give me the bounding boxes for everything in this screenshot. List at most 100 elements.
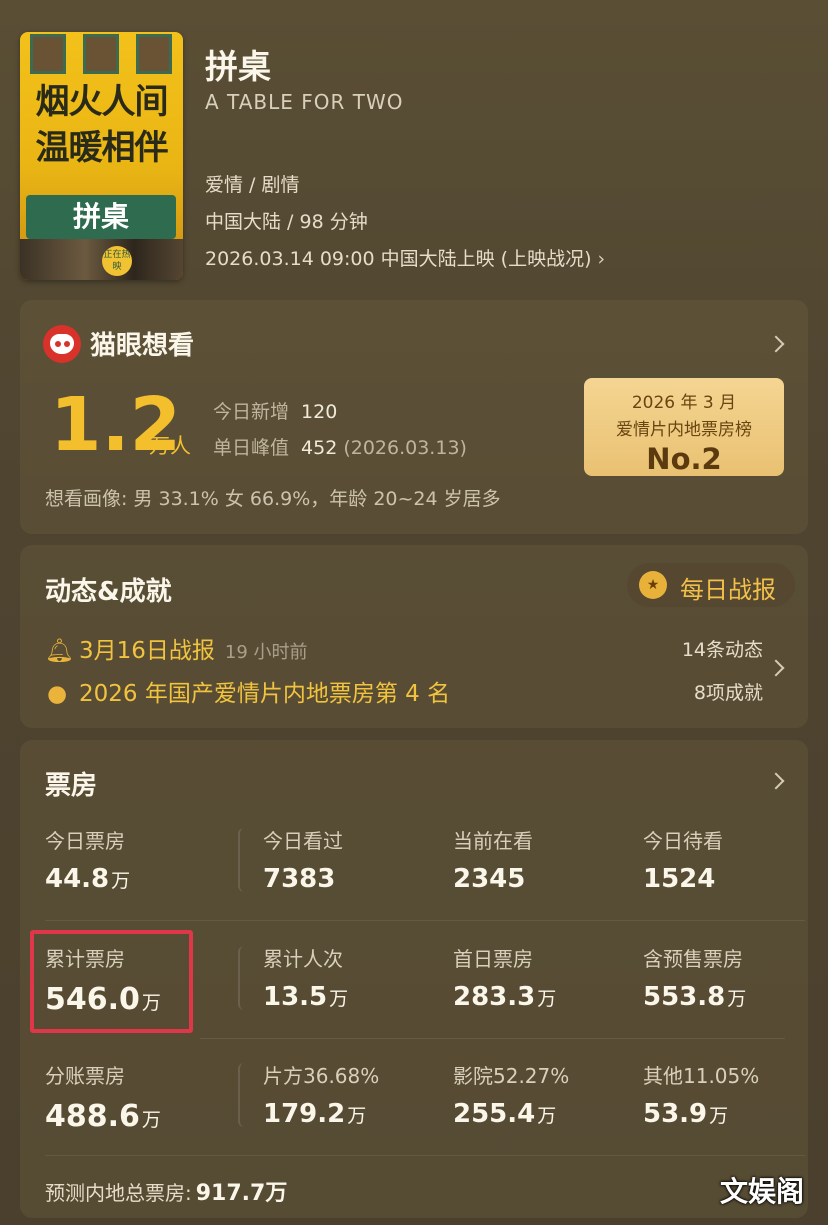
stat-unit: 万 [111,870,131,892]
daily-report-button[interactable]: ★ 每日战报 [627,563,795,607]
poster-sign: 拼桌 [26,195,176,239]
poster-badge: 正在热映 [102,246,132,276]
dynamics-card[interactable]: 动态&成就 ★ 每日战报 🔔︎ 3月16日战报 19 小时前 14条动态 ● 2026… [20,545,808,728]
row-divider [45,920,805,921]
stat-value: 13.5 [263,982,328,1012]
stat-label: 当前在看 [453,829,533,853]
stat-split-boxoffice: 分账票房 488.6 万 [45,1060,161,1134]
stat-producer-share: 片方36.68% 179.2 万 [263,1060,379,1129]
stat-value: 44.8 [45,864,110,894]
dynamics-item-ago: 19 小时前 [224,642,308,663]
achievement-item[interactable]: ● 2026 年国产爱情片内地票房第 4 名 [45,674,450,708]
stat-label: 今日看过 [263,829,343,853]
chevron-right-icon: › [597,248,606,270]
release-info-text: 2026.03.14 09:00 中国大陆上映 (上映战况) [205,248,592,270]
dynamics-item[interactable]: 🔔︎ 3月16日战报 19 小时前 [45,631,308,665]
stat-label: 影院52.27% [453,1064,570,1088]
stat-to-watch-today: 今日待看 1524 [643,825,723,894]
medal-icon: ★ [639,571,667,599]
stat-label: 其他11.05% [643,1064,760,1088]
row-divider [200,1038,785,1039]
stat-value: 7383 [263,864,336,894]
stat-today-boxoffice: 今日票房 44.8 万 [45,825,130,894]
forecast-row: 预测内地总票房: 917.7万 [45,1175,287,1207]
stat-unit: 万 [329,988,349,1010]
movie-genre: 爱情 / 剧情 [205,174,300,196]
stat-watching-now: 当前在看 2345 [453,825,533,894]
chevron-right-icon[interactable] [767,772,785,790]
audience-profile: 想看画像: 男 33.1% 女 66.9%，年龄 20~24 岁居多 [45,488,501,510]
achievement-item-text: 2026 年国产爱情片内地票房第 4 名 [79,681,451,707]
stat-value: 255.4 [453,1099,536,1129]
stat-unit: 万 [141,1109,161,1131]
poster-window [136,34,172,74]
rank-number: No.2 [646,442,722,476]
brace-divider [238,828,246,892]
want-to-see-title: 猫眼想看 [90,331,195,361]
stat-value: 553.8 [643,982,726,1012]
dynamics-title: 动态&成就 [45,577,172,607]
stat-value: 53.9 [643,1099,708,1129]
stat-first-day: 首日票房 283.3 万 [453,943,556,1012]
dynamics-count: 14条动态 [681,639,763,661]
today-new-value: 120 [301,401,338,423]
movie-region-duration: 中国大陆 / 98 分钟 [205,211,368,233]
rank-badge[interactable]: 2026 年 3 月 爱情片内地票房榜 No.2 [584,378,784,476]
stat-value: 179.2 [263,1099,346,1129]
movie-poster[interactable]: 烟火人间 温暖相伴 拼桌 正在热映 [20,32,183,280]
stat-label: 累计人次 [263,947,343,971]
daily-report-label: 每日战报 [680,576,776,604]
stat-value: 283.3 [453,982,536,1012]
stat-unit: 万 [347,1105,367,1127]
forecast-value: 917.7万 [195,1181,288,1206]
stat-label: 首日票房 [453,947,533,971]
chevron-right-icon[interactable] [767,335,785,353]
stat-other-share: 其他11.05% 53.9 万 [643,1060,759,1129]
row-divider [45,1155,805,1156]
brace-divider [238,946,246,1010]
poster-headline-2: 温暖相伴 [35,128,169,168]
chevron-right-icon[interactable] [767,659,785,677]
forecast-label: 预测内地总票房: [45,1181,192,1205]
bell-icon: 🔔︎ [45,638,75,664]
stat-with-presale: 含预售票房 553.8 万 [643,943,746,1012]
movie-title: 拼桌 [205,47,271,86]
release-info-link[interactable]: 2026.03.14 09:00 中国大陆上映 (上映战况) › [205,244,605,271]
peak-row: 单日峰值 452 (2026.03.13) [213,433,467,460]
achievement-count: 8项成就 [693,682,763,704]
medal-icon: ● [46,681,68,707]
stat-unit: 万 [537,988,557,1010]
stat-label: 今日票房 [45,829,125,853]
today-new-row: 今日新增 120 [213,397,337,424]
stat-value: 1524 [643,864,716,894]
stat-unit: 万 [709,1105,729,1127]
rank-category: 爱情片内地票房榜 [616,420,752,440]
peak-label: 单日峰值 [213,437,290,459]
poster-window [83,34,119,74]
stat-label: 片方36.68% [263,1064,380,1088]
stat-label: 含预售票房 [643,947,743,971]
today-new-label: 今日新增 [213,401,290,423]
maoyan-cat-icon [43,325,81,363]
want-to-see-unit: 万人 [149,434,191,458]
stat-today-watched: 今日看过 7383 [263,825,343,894]
stat-unit: 万 [537,1105,557,1127]
dynamics-item-text: 3月16日战报 [79,638,215,664]
stat-label: 分账票房 [45,1064,125,1088]
stat-value: 488.6 [45,1099,140,1134]
watermark: 文娱阁 [720,1175,805,1208]
movie-english-title: A TABLE FOR TWO [205,90,404,114]
peak-value: 452 [301,437,338,459]
highlight-box [30,930,193,1033]
stat-unit: 万 [727,988,747,1010]
stat-total-admissions: 累计人次 13.5 万 [263,943,348,1012]
stat-label: 今日待看 [643,829,723,853]
brace-divider [238,1063,246,1127]
poster-window [30,34,66,74]
stat-value: 2345 [453,864,526,894]
poster-headline-1: 烟火人间 [35,82,169,122]
peak-date: (2026.03.13) [343,437,467,459]
stat-cinema-share: 影院52.27% 255.4 万 [453,1060,569,1129]
want-to-see-card[interactable]: 猫眼想看 1.2 万人 今日新增 120 单日峰值 452 (2026.03.13)… [20,300,808,534]
rank-period: 2026 年 3 月 [631,393,737,413]
